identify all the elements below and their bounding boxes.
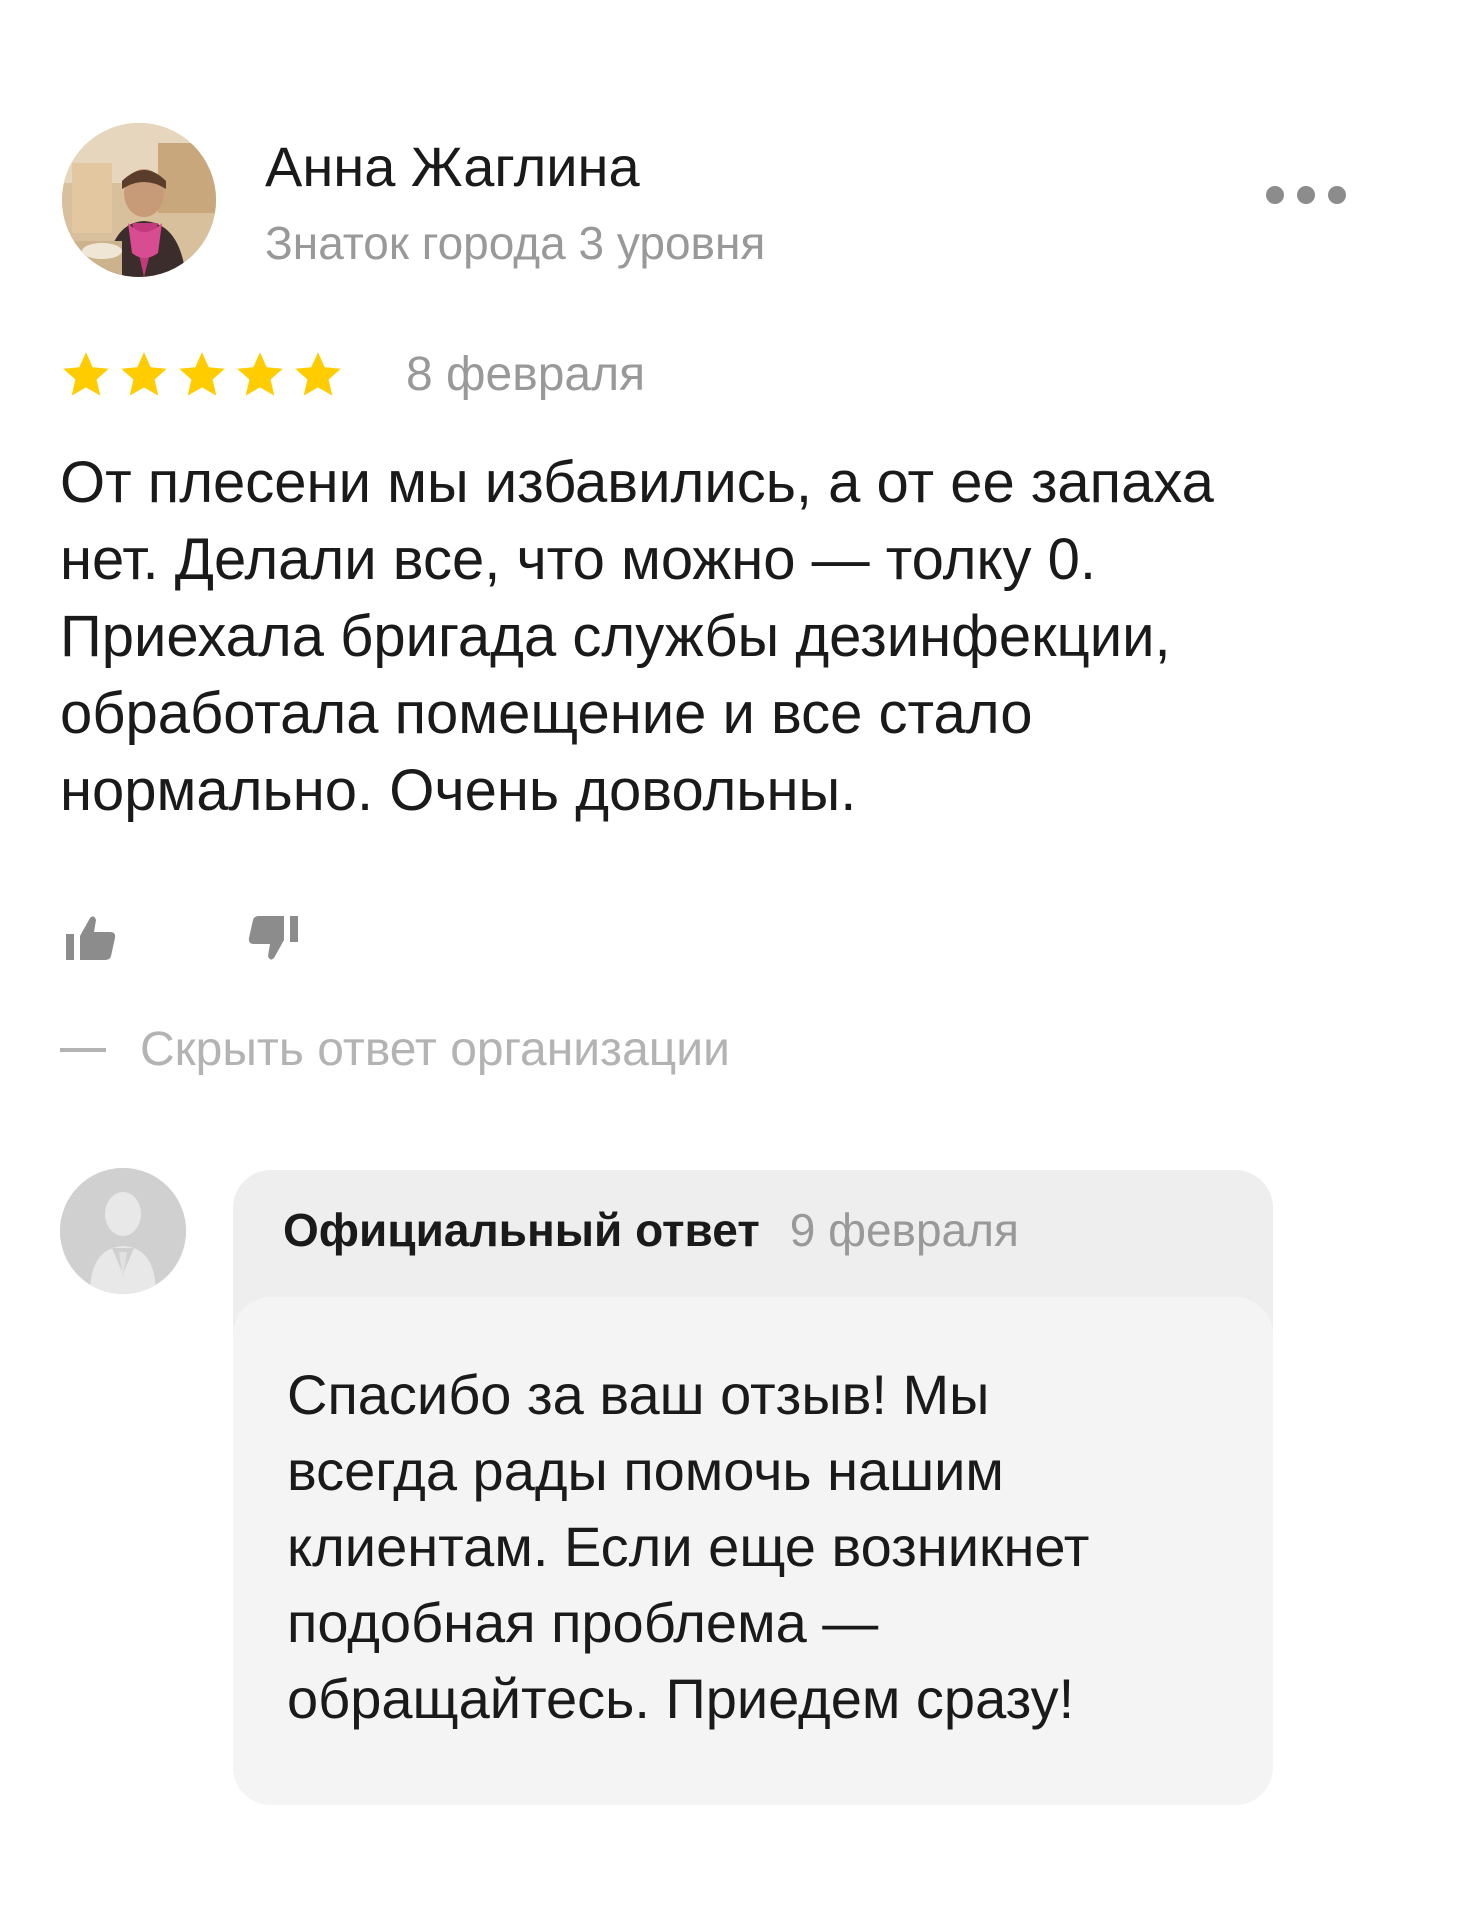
review-text: От плесени мы избавились, а от ее запаха…	[60, 450, 1214, 823]
author-avatar[interactable]	[62, 123, 216, 277]
official-answer-card: Официальный ответ 9 февраля Спасибо за в…	[233, 1170, 1273, 1805]
thumbs-up-icon	[66, 916, 116, 960]
answer-header: Официальный ответ 9 февраля	[283, 1203, 1019, 1257]
star-icon	[121, 352, 167, 396]
more-dots-icon	[1266, 186, 1284, 204]
hide-answer-toggle[interactable]: Скрыть ответ организации	[60, 1020, 730, 1080]
dislike-button[interactable]	[242, 908, 304, 970]
rating-stars	[60, 349, 344, 401]
organization-avatar-placeholder	[60, 1168, 186, 1294]
review-card: Анна Жаглина Знаток города 3 уровня 8 фе…	[0, 0, 1474, 1920]
answer-date: 9 февраля	[789, 1204, 1019, 1256]
author-level: Знаток города 3 уровня	[265, 217, 766, 269]
answer-title: Официальный ответ	[283, 1204, 760, 1256]
more-dots-icon	[1297, 186, 1315, 204]
answer-text: Спасибо за ваш отзыв! Мы всегда рады пом…	[287, 1363, 1090, 1730]
star-icon	[237, 352, 283, 396]
star-icon	[179, 352, 225, 396]
author-photo	[62, 123, 216, 277]
organization-avatar	[60, 1168, 186, 1294]
review-date: 8 февраля	[406, 348, 646, 401]
more-dots-icon	[1328, 186, 1346, 204]
dash-icon	[60, 1048, 106, 1052]
star-icon	[295, 352, 341, 396]
author-name[interactable]: Анна Жаглина	[265, 132, 640, 202]
answer-body: Спасибо за ваш отзыв! Мы всегда рады пом…	[233, 1297, 1273, 1805]
hide-answer-label: Скрыть ответ организации	[140, 1023, 730, 1076]
star-icon	[63, 352, 109, 396]
thumbs-down-icon	[248, 916, 298, 960]
like-button[interactable]	[60, 908, 122, 970]
more-options-button[interactable]	[1266, 180, 1346, 210]
